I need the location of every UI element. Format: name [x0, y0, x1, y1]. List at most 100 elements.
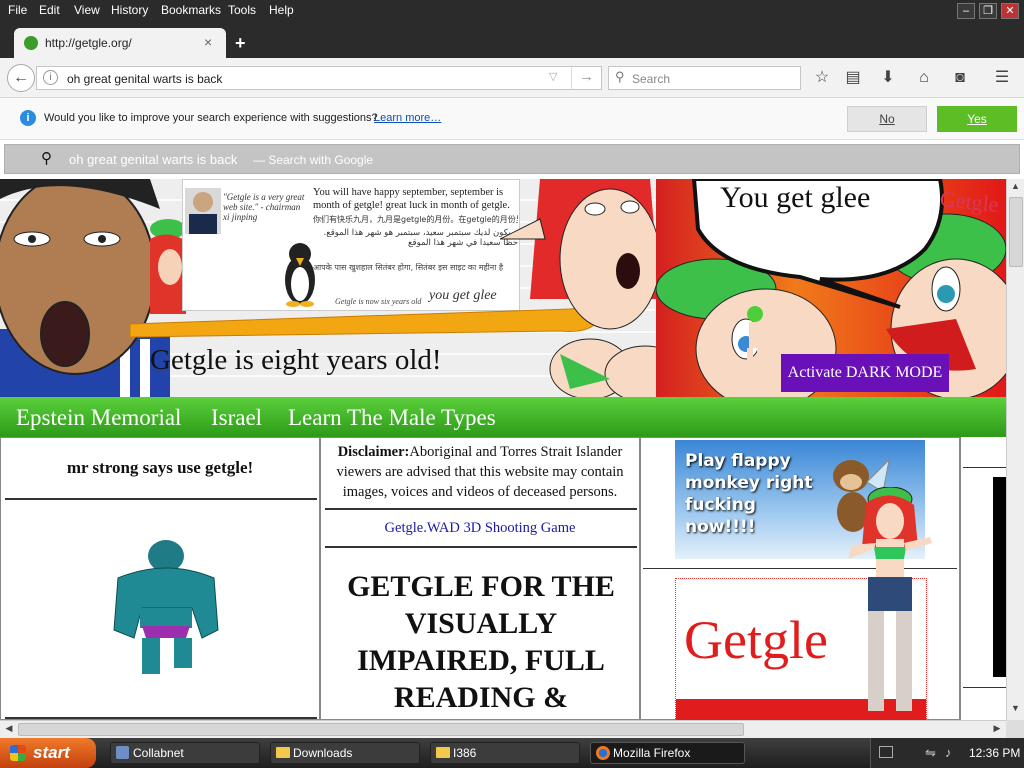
flappy-monkey-text[interactable]: Play flappy monkey right fucking now!!!!: [685, 450, 825, 538]
divider: [571, 67, 572, 89]
notice-en: You will have happy september, september…: [313, 187, 510, 211]
reading-list-icon[interactable]: ▤: [842, 68, 864, 88]
nav-male-types[interactable]: Learn The Male Types: [288, 405, 496, 431]
taskbar-label: Collabnet: [133, 746, 184, 760]
horizontal-scroll-thumb[interactable]: [18, 723, 744, 736]
home-icon[interactable]: ⌂: [913, 68, 935, 88]
folder-icon: [276, 747, 290, 758]
divider: [5, 717, 317, 719]
scroll-corner: [1006, 720, 1024, 738]
bookmark-star-icon[interactable]: ☆: [811, 68, 833, 88]
no-button[interactable]: No: [847, 106, 927, 132]
vertical-scrollbar[interactable]: ▲ ▼: [1006, 179, 1024, 720]
divider: [5, 498, 317, 500]
notice-ar: سيكون لديك سبتمبر سعيد، سبتمبر هو شهر هذ…: [323, 228, 519, 248]
suggestion-query: oh great genital warts is back: [69, 152, 238, 167]
hamburger-menu-icon[interactable]: ☰: [991, 68, 1013, 88]
scroll-right-icon[interactable]: ▶: [990, 723, 1004, 737]
volume-icon[interactable]: ♪: [945, 745, 952, 760]
search-suggestion-row[interactable]: ⚲ oh great genital warts is back — Searc…: [4, 144, 1020, 174]
nav-israel[interactable]: Israel: [211, 405, 262, 431]
taskbar-label: Downloads: [293, 746, 353, 760]
disclaimer: Disclaimer:Aboriginal and Torres Strait …: [327, 442, 633, 502]
restore-button[interactable]: ❐: [979, 3, 997, 19]
horizontal-scrollbar[interactable]: ◀ ▶: [0, 720, 1006, 738]
scroll-down-icon[interactable]: ▼: [1008, 703, 1023, 717]
network-icon[interactable]: ⇋: [925, 745, 936, 761]
vertical-scroll-thumb[interactable]: [1009, 197, 1023, 267]
menu-bar: File Edit View History Bookmarks Tools H…: [0, 0, 1024, 22]
getgle-logo-text: Getgle: [684, 610, 828, 670]
start-label: start: [33, 743, 70, 762]
menu-help[interactable]: Help: [269, 3, 294, 17]
scroll-left-icon[interactable]: ◀: [2, 723, 16, 737]
go-arrow-icon[interactable]: →: [579, 68, 594, 85]
suggestion-message: Would you like to improve your search ex…: [44, 112, 378, 124]
menu-file[interactable]: File: [8, 3, 27, 17]
back-button[interactable]: ←: [7, 64, 35, 92]
column-far-right: [960, 437, 1006, 720]
close-window-button[interactable]: ✕: [1001, 3, 1019, 19]
system-tray: ⇋ ♪ 12:36 PM: [870, 738, 1024, 768]
windows-logo-icon: [10, 745, 26, 761]
new-tab-button[interactable]: +: [235, 33, 246, 54]
tab-title: http://getgle.org/: [45, 36, 132, 50]
firefox-icon: [596, 746, 610, 760]
taskbar-downloads[interactable]: Downloads: [270, 742, 420, 764]
site-nav: Epstein Memorial Israel Learn The Male T…: [0, 397, 1006, 437]
clock: 12:36 PM: [969, 746, 1021, 760]
banner: "Getgle is a very great web site." - cha…: [0, 179, 1006, 397]
notice-cn: 你们有快乐九月，九月是getgle的月份。在getgle的月份里祝你好运。: [313, 215, 518, 224]
dropdown-arrow-icon[interactable]: ▽: [549, 70, 557, 83]
divider: [963, 467, 1006, 468]
divider: [325, 508, 637, 510]
divider: [325, 546, 637, 548]
red-haired-woman-image: [500, 179, 660, 397]
url-input[interactable]: oh great genital warts is back: [67, 72, 222, 86]
page-content: "Getgle is a very great web site." - cha…: [0, 179, 1006, 720]
wad-game-link[interactable]: Getgle.WAD 3D Shooting Game: [321, 520, 639, 537]
black-ad-strip: [993, 477, 1006, 677]
collabnet-icon: [116, 746, 129, 759]
info-icon: i: [20, 110, 36, 126]
taskbar-label: Mozilla Firefox: [613, 746, 691, 760]
menu-history[interactable]: History: [111, 3, 148, 17]
url-bar[interactable]: i oh great genital warts is back ▽ →: [36, 66, 602, 90]
divider: [963, 687, 1006, 688]
tab-getgle[interactable]: http://getgle.org/ ×: [14, 28, 226, 58]
dark-mode-button[interactable]: Activate DARK MODE: [781, 354, 949, 392]
menu-view[interactable]: View: [74, 3, 100, 17]
xi-jinping-photo: [185, 188, 221, 234]
speech-text: You get glee: [720, 181, 871, 214]
taskbar-i386[interactable]: I386: [430, 742, 580, 764]
headline: Getgle is eight years old!: [150, 344, 442, 376]
nav-epstein-memorial[interactable]: Epstein Memorial: [16, 405, 181, 431]
learn-more-link[interactable]: Learn more…: [374, 112, 441, 124]
taskbar-firefox[interactable]: Mozilla Firefox: [590, 742, 745, 764]
column-left: mr strong says use getgle!: [0, 437, 320, 720]
search-icon: ⚲: [41, 150, 52, 167]
start-button[interactable]: start: [0, 738, 96, 768]
mr-strong-heading: mr strong says use getgle!: [66, 458, 254, 477]
taskbar-collabnet[interactable]: Collabnet: [110, 742, 260, 764]
downloads-icon[interactable]: ⬇: [877, 68, 899, 88]
search-box[interactable]: ⚲ Search: [608, 66, 801, 90]
suggestion-hint: — Search with Google: [253, 153, 374, 167]
menu-bookmarks[interactable]: Bookmarks: [161, 3, 221, 17]
menu-edit[interactable]: Edit: [39, 3, 60, 17]
taskbar-label: I386: [453, 746, 477, 760]
minimize-button[interactable]: ‒: [957, 3, 975, 19]
disclaimer-label: Disclaimer:: [337, 444, 410, 460]
search-input[interactable]: Search: [632, 72, 670, 86]
xi-quote: "Getgle is a very great web site." - cha…: [223, 192, 305, 222]
keyboard-icon[interactable]: [879, 746, 893, 758]
menu-tools[interactable]: Tools: [228, 3, 256, 17]
site-info-icon[interactable]: i: [43, 70, 58, 85]
pocket-icon[interactable]: ◙: [949, 68, 971, 88]
folder-icon: [436, 747, 450, 758]
scroll-up-icon[interactable]: ▲: [1008, 181, 1023, 195]
tab-close-icon[interactable]: ×: [204, 34, 212, 50]
favicon-icon: [24, 36, 38, 50]
yes-button[interactable]: Yes: [937, 106, 1017, 132]
search-icon: ⚲: [615, 69, 625, 84]
